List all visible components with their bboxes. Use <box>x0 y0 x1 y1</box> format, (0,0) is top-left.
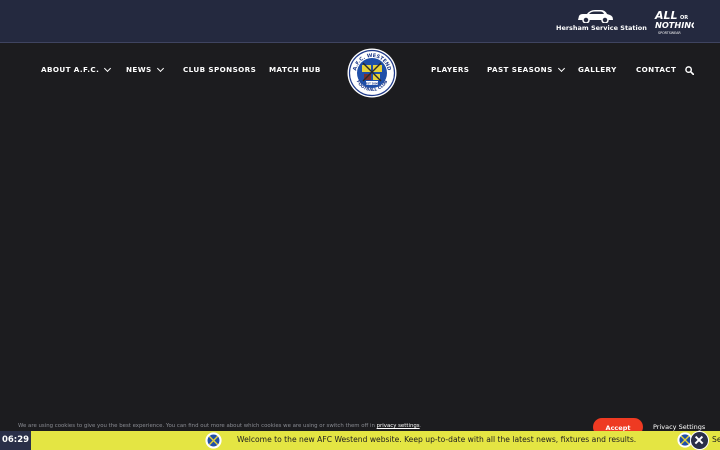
chevron-down-icon <box>156 64 164 72</box>
nav-players-label: PLAYERS <box>431 65 470 74</box>
cookie-notice: We are using cookies to give you the bes… <box>0 418 720 436</box>
cookie-text: We are using cookies to give you the bes… <box>18 423 421 429</box>
nav-players[interactable]: PLAYERS <box>431 65 469 74</box>
nav-past-seasons[interactable]: PAST SEASONS <box>487 64 565 74</box>
header-divider <box>0 42 720 43</box>
nav-contact[interactable]: CONTACT <box>636 65 676 74</box>
search-icon[interactable] <box>685 66 694 75</box>
news-ticker: 06:29 Welcome to the new AFC Westend web… <box>0 431 720 450</box>
ticker-clock: 06:29 <box>0 431 31 450</box>
aon-nothing-text: NOTHING <box>655 20 694 30</box>
nav-about[interactable]: ABOUT A.F.C. <box>41 64 112 74</box>
ticker-crest-icon <box>205 432 222 449</box>
nav-match-hub[interactable]: MATCH HUB <box>269 65 321 74</box>
close-icon[interactable] <box>690 431 709 450</box>
car-icon <box>578 10 613 23</box>
nav-gallery[interactable]: GALLERY <box>578 65 617 74</box>
ticker-next-message: Sec <box>712 435 720 444</box>
cookie-message: We are using cookies to give you the bes… <box>18 423 377 429</box>
nav-gallery-label: GALLERY <box>578 65 617 74</box>
club-crest-logo[interactable]: A.F.C. WESTEND FOOTBALL CLUB EST 2000 <box>347 48 397 98</box>
nav-club-sponsors-label: CLUB SPONSORS <box>183 65 257 74</box>
nav-club-sponsors[interactable]: CLUB SPONSORS <box>183 65 256 74</box>
nav-news-label: NEWS <box>126 65 152 74</box>
privacy-settings-button[interactable]: Privacy Settings <box>653 423 705 431</box>
chevron-down-icon <box>557 64 565 72</box>
nav-past-seasons-label: PAST SEASONS <box>487 65 553 74</box>
ticker-message: Welcome to the new AFC Westend website. … <box>237 435 637 444</box>
sponsor-bar: Hersham Service Station ALL OR NOTHING S… <box>0 0 720 43</box>
crest-est-text: EST 2000 <box>366 82 379 85</box>
chevron-down-icon <box>104 64 112 72</box>
sponsor-hersham-label: Hersham Service Station <box>556 24 647 32</box>
sponsor-hersham-link[interactable]: Hersham Service Station <box>556 9 647 35</box>
aon-sportswear-text: SPORTSWEAR <box>658 31 681 35</box>
nav-contact-label: CONTACT <box>636 65 677 74</box>
privacy-settings-link[interactable]: privacy settings <box>377 423 420 429</box>
cookie-message-end: . <box>419 423 422 429</box>
sponsor-all-or-nothing-logo[interactable]: ALL OR NOTHING SPORTSWEAR <box>654 8 694 36</box>
nav-news[interactable]: NEWS <box>126 64 164 74</box>
nav-about-label: ABOUT A.F.C. <box>41 65 100 74</box>
nav-match-hub-label: MATCH HUB <box>269 65 321 74</box>
